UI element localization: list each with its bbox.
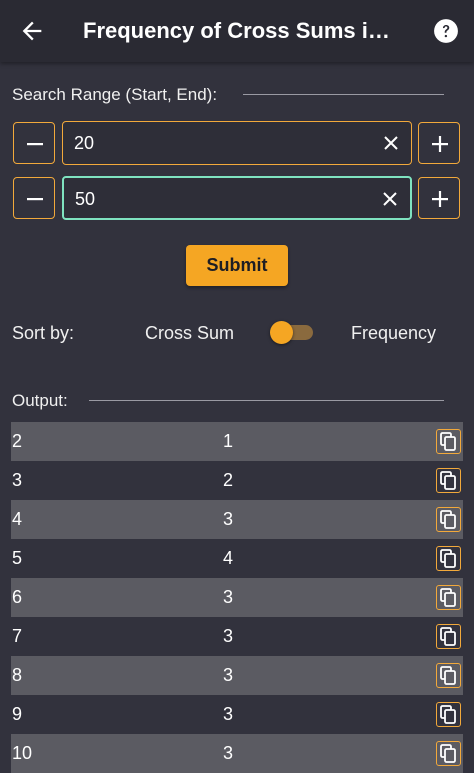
cross-sum-cell: 3 [12,470,23,490]
submit-button[interactable]: Submit [186,245,288,286]
table-row: 10 3 [11,734,463,773]
search-range-label: Search Range (Start, End): [12,85,218,104]
copy-icon [440,705,456,724]
frequency-cell: 2 [223,470,234,490]
table-row: 7 3 [11,617,463,656]
end-increment-button[interactable] [418,177,460,219]
table-row: 6 3 [11,578,463,617]
frequency-cell: 1 [223,431,234,451]
sort-toggle-thumb[interactable] [270,321,293,344]
clear-icon[interactable] [383,135,399,151]
copy-icon [440,588,456,607]
frequency-cell: 3 [223,587,234,607]
copy-icon [440,744,456,763]
copy-button[interactable] [436,468,461,493]
table-row: 8 3 [11,656,463,695]
end-decrement-button[interactable] [13,177,55,219]
sort-option-frequency[interactable]: Frequency [351,323,436,344]
cross-sum-cell: 5 [12,548,23,568]
start-increment-button[interactable] [418,122,460,164]
cross-sum-cell: 8 [12,665,23,685]
frequency-cell: 3 [223,704,234,724]
copy-icon [440,432,456,451]
table-row: 3 2 [11,461,463,500]
arrow-left-icon[interactable] [18,17,46,45]
page-title: Frequency of Cross Sums in ... [83,18,403,43]
sort-option-cross-sum[interactable]: Cross Sum [145,323,234,344]
section-divider [89,400,444,401]
copy-icon [440,627,456,646]
copy-icon [440,666,456,685]
copy-button[interactable] [436,546,461,571]
copy-button[interactable] [436,507,461,532]
minus-icon [27,198,43,201]
minus-icon [27,143,43,146]
copy-button[interactable] [436,624,461,649]
cross-sum-cell: 6 [12,587,23,607]
cross-sum-cell: 9 [12,704,23,724]
cross-sum-cell: 10 [12,743,33,763]
table-row: 2 1 [11,422,463,461]
cross-sum-cell: 7 [12,626,23,646]
copy-icon [440,471,456,490]
plus-icon [432,136,448,152]
copy-button[interactable] [436,702,461,727]
copy-button[interactable] [436,663,461,688]
end-input-value: 50 [75,189,96,209]
help-circle-icon[interactable] [433,18,459,44]
start-input[interactable]: 20 [62,121,412,165]
copy-icon [440,510,456,529]
section-divider [243,94,444,95]
copy-button[interactable] [436,741,461,766]
copy-button[interactable] [436,429,461,454]
plus-icon [432,191,448,207]
frequency-cell: 3 [223,743,234,763]
app-bar: Frequency of Cross Sums in ... [0,0,474,62]
cross-sum-cell: 2 [12,431,23,451]
table-row: 5 4 [11,539,463,578]
start-decrement-button[interactable] [13,122,55,164]
end-input[interactable]: 50 [62,176,412,220]
frequency-cell: 4 [223,548,234,568]
frequency-cell: 3 [223,509,234,529]
output-label: Output: [12,391,68,410]
start-input-value: 20 [74,133,95,153]
table-row: 4 3 [11,500,463,539]
copy-icon [440,549,456,568]
output-list: 2 1 3 2 4 3 5 4 6 3 7 3 8 3 9 3 10 3 [11,422,463,773]
sort-by-label: Sort by: [12,323,75,343]
clear-icon[interactable] [382,191,398,207]
cross-sum-cell: 4 [12,509,23,529]
frequency-cell: 3 [223,626,234,646]
copy-button[interactable] [436,585,461,610]
table-row: 9 3 [11,695,463,734]
frequency-cell: 3 [223,665,234,685]
